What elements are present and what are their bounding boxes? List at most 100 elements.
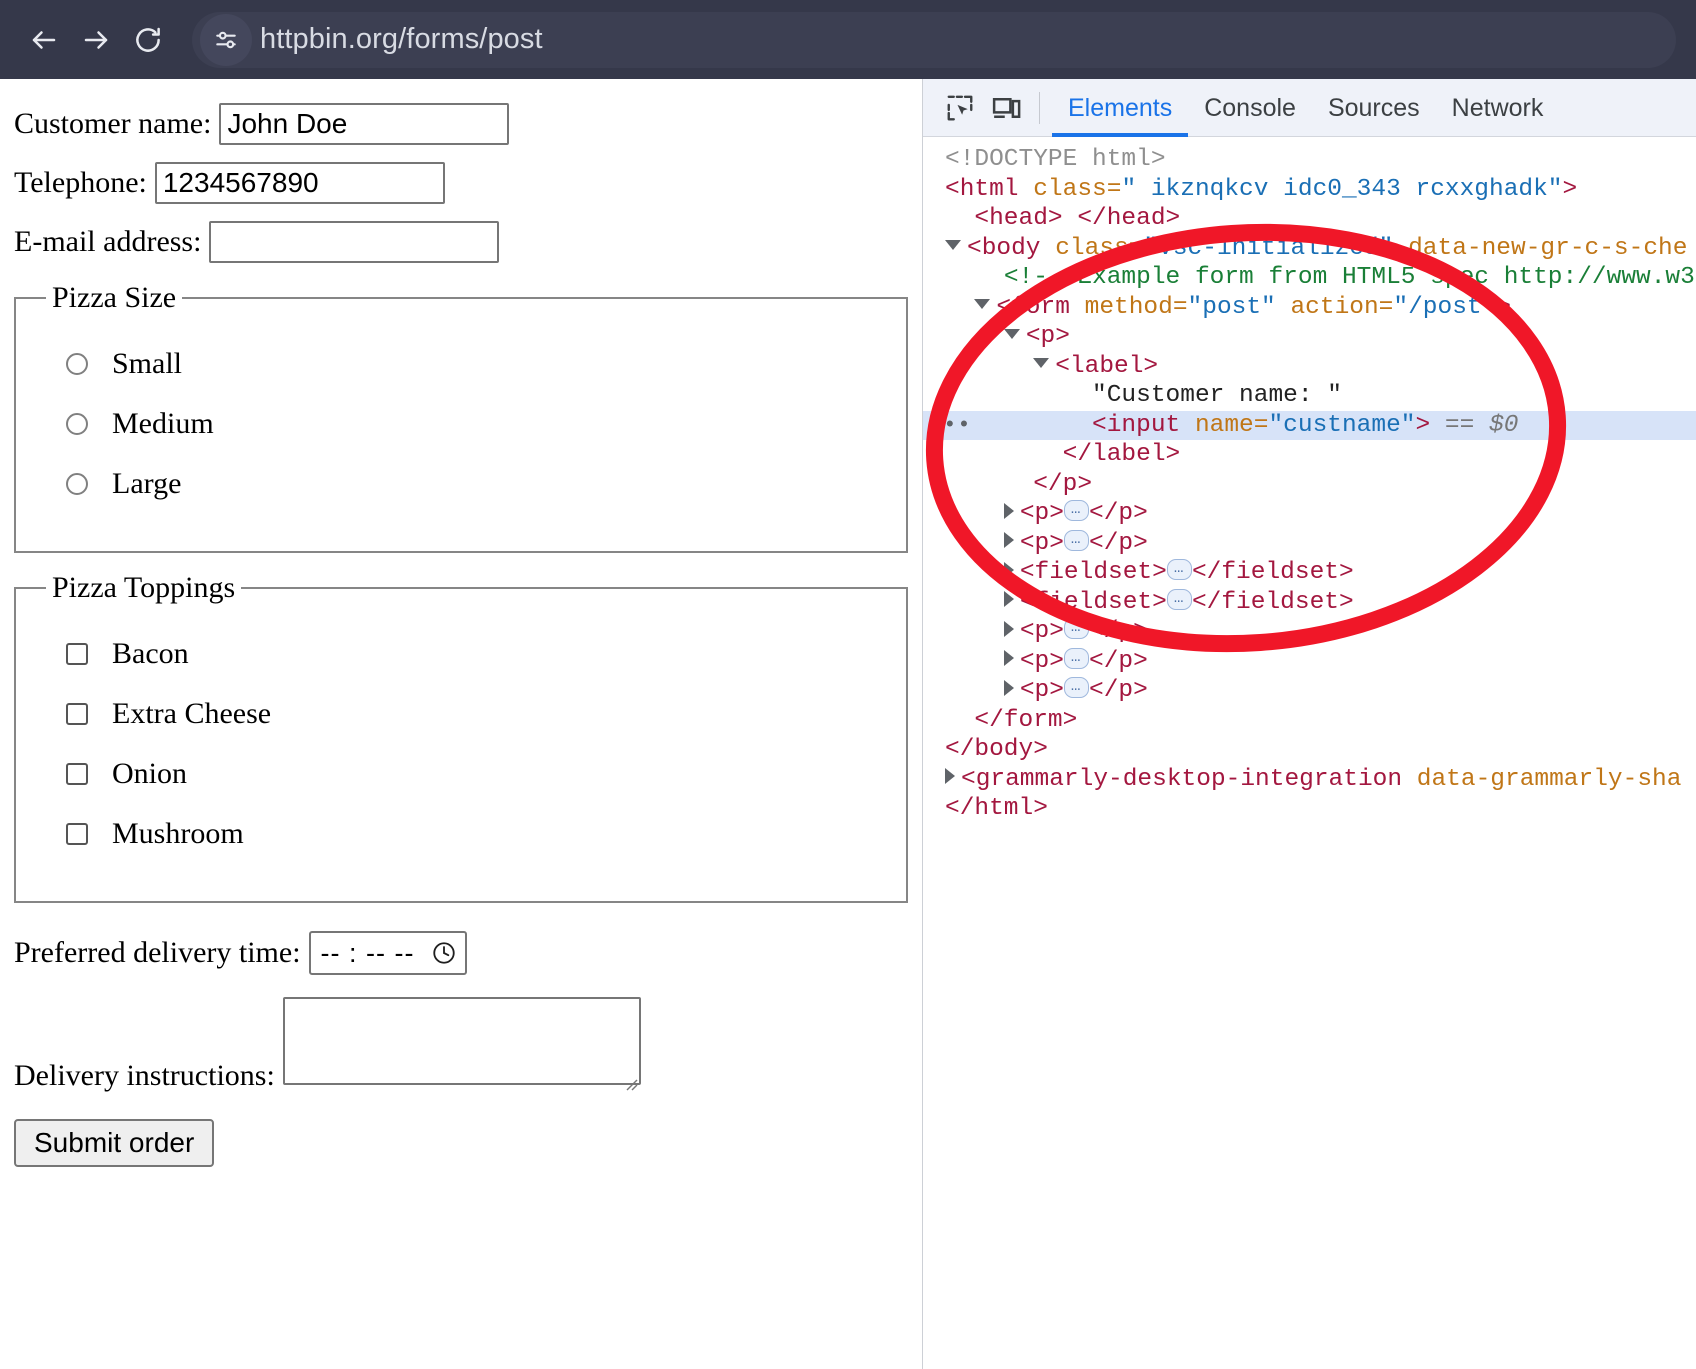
- customer-name-input[interactable]: [219, 103, 510, 145]
- pizza-size-option-small[interactable]: Small: [66, 347, 892, 381]
- dom-token: " ikznqkcv idc0_343 rcxxghadk": [1121, 175, 1563, 203]
- dom-tree-row[interactable]: <p>… </p>: [923, 647, 1696, 677]
- radio-small-icon[interactable]: [66, 353, 88, 375]
- expand-children-badge[interactable]: …: [1063, 529, 1090, 551]
- submit-order-button[interactable]: Submit order: [14, 1119, 215, 1167]
- pizza-size-option-large[interactable]: Large: [66, 467, 892, 501]
- address-bar[interactable]: httpbin.org/forms/post: [192, 11, 1676, 68]
- dom-tree-row[interactable]: <!DOCTYPE html>: [923, 145, 1696, 175]
- dom-token: <html: [945, 175, 1034, 203]
- telephone-label: Telephone:: [14, 166, 147, 199]
- dom-token: </p>: [1089, 647, 1148, 675]
- pizza-topping-option-onion[interactable]: Onion: [66, 757, 892, 791]
- dom-tree-row[interactable]: </label>: [923, 440, 1696, 470]
- chevron-right-icon[interactable]: [1003, 591, 1014, 608]
- dom-tree-row[interactable]: "Customer name: ": [923, 381, 1696, 411]
- pizza-topping-option-mushroom[interactable]: Mushroom: [66, 817, 892, 851]
- chevron-right-icon[interactable]: [1003, 650, 1014, 667]
- dom-tree-row[interactable]: <html class=" ikznqkcv idc0_343 rcxxghad…: [923, 175, 1696, 205]
- checkbox-onion-icon[interactable]: [66, 763, 88, 785]
- site-settings-button[interactable]: [200, 13, 252, 66]
- expand-children-badge[interactable]: …: [1166, 588, 1192, 610]
- chevron-down-icon[interactable]: [1033, 358, 1050, 369]
- back-button[interactable]: [18, 14, 70, 66]
- pizza-topping-option-extra-cheese[interactable]: Extra Cheese: [66, 697, 892, 731]
- dom-tree-row[interactable]: <form method="post" action="/post">: [923, 293, 1696, 323]
- dom-tree-row[interactable]: <grammarly-desktop-integration data-gram…: [923, 765, 1696, 795]
- dom-tree-row[interactable]: <p>… </p>: [923, 529, 1696, 559]
- dom-token: <!-- Example form from HTML5 spec http:/…: [1003, 264, 1695, 291]
- dom-token: <!DOCTYPE html>: [945, 146, 1166, 173]
- dom-tree-row[interactable]: </html>: [923, 794, 1696, 824]
- dom-tree-row[interactable]: <p>… </p>: [923, 676, 1696, 706]
- chevron-right-icon[interactable]: [945, 768, 955, 785]
- chevron-right-icon[interactable]: [1003, 502, 1014, 519]
- dom-token: class=: [1055, 234, 1144, 262]
- tab-sources[interactable]: Sources: [1312, 79, 1436, 137]
- chevron-right-icon[interactable]: [1003, 532, 1014, 549]
- checkbox-mushroom-icon[interactable]: [66, 823, 88, 845]
- pizza-topping-label-extra-cheese: Extra Cheese: [112, 697, 272, 730]
- dom-tree-row[interactable]: <p>… </p>: [923, 617, 1696, 647]
- chevron-down-icon[interactable]: [974, 299, 991, 310]
- pizza-topping-option-bacon[interactable]: Bacon: [66, 637, 892, 671]
- pizza-size-label-small: Small: [112, 347, 183, 380]
- dom-tree-row[interactable]: <p>… </p>: [923, 499, 1696, 529]
- delivery-time-input[interactable]: -- : -- --: [308, 931, 467, 975]
- row-more-icon[interactable]: •••: [929, 414, 972, 436]
- devtools-toolbar: Elements Console Sources Network: [923, 79, 1696, 137]
- device-toolbar-icon[interactable]: [983, 87, 1029, 129]
- pizza-size-fieldset: Pizza Size Small Medium Large: [14, 281, 908, 553]
- dom-tree-row[interactable]: <p>: [923, 322, 1696, 352]
- dom-tree-row[interactable]: </form>: [923, 706, 1696, 736]
- expand-children-badge[interactable]: …: [1063, 618, 1090, 640]
- chevron-right-icon[interactable]: [1003, 679, 1014, 696]
- dom-tree-row[interactable]: <label>: [923, 352, 1696, 382]
- dom-tree[interactable]: <!DOCTYPE html> <html class=" ikznqkcv id…: [923, 137, 1696, 824]
- pizza-size-option-medium[interactable]: Medium: [66, 407, 892, 441]
- dom-tree-row[interactable]: <body class="vsc-initialized" data-new-g…: [923, 234, 1696, 264]
- tab-console[interactable]: Console: [1188, 79, 1312, 137]
- expand-children-badge[interactable]: …: [1063, 500, 1090, 522]
- email-input[interactable]: [209, 221, 500, 263]
- toolbar-divider: [1039, 91, 1040, 124]
- checkbox-bacon-icon[interactable]: [66, 643, 88, 665]
- dom-tree-row[interactable]: <!-- Example form from HTML5 spec http:/…: [923, 263, 1696, 293]
- radio-medium-icon[interactable]: [66, 413, 88, 435]
- dom-token: name=: [1194, 411, 1269, 439]
- reload-icon: [136, 27, 160, 52]
- dom-tree-row[interactable]: ••• <input name="custname"> == $0: [923, 410, 1696, 440]
- dom-token: </form>: [974, 706, 1078, 734]
- chevron-right-icon[interactable]: [1003, 561, 1014, 578]
- dom-token: </p>: [1089, 618, 1148, 645]
- checkbox-extra-cheese-icon[interactable]: [66, 703, 88, 725]
- inspect-element-icon[interactable]: [937, 87, 983, 129]
- expand-children-badge[interactable]: …: [1063, 647, 1090, 669]
- dom-tree-row[interactable]: </body>: [923, 735, 1696, 765]
- clock-icon[interactable]: [431, 940, 457, 966]
- dom-token: <fieldset>: [1019, 559, 1167, 586]
- dom-tree-row[interactable]: </p>: [923, 470, 1696, 500]
- telephone-input[interactable]: [154, 162, 445, 204]
- dom-token: </body>: [945, 736, 1048, 763]
- dom-tree-row[interactable]: <fieldset>… </fieldset>: [923, 558, 1696, 588]
- forward-button[interactable]: [70, 14, 122, 66]
- tab-elements[interactable]: Elements: [1052, 79, 1188, 137]
- expand-children-badge[interactable]: …: [1166, 559, 1192, 581]
- dom-tree-row[interactable]: <fieldset>… </fieldset>: [923, 588, 1696, 618]
- chevron-right-icon[interactable]: [1003, 620, 1014, 637]
- dom-tree-row[interactable]: <head> </head>: [923, 204, 1696, 234]
- url-text[interactable]: httpbin.org/forms/post: [260, 23, 543, 56]
- tab-network[interactable]: Network: [1436, 79, 1560, 137]
- dom-token: "vsc-initialized": [1143, 234, 1394, 262]
- reload-button[interactable]: [122, 14, 174, 66]
- delivery-instructions-textarea[interactable]: [282, 997, 641, 1085]
- radio-large-icon[interactable]: [66, 473, 88, 495]
- expand-children-badge[interactable]: …: [1063, 677, 1090, 699]
- chevron-down-icon[interactable]: [1003, 328, 1020, 339]
- chevron-down-icon[interactable]: [945, 240, 961, 251]
